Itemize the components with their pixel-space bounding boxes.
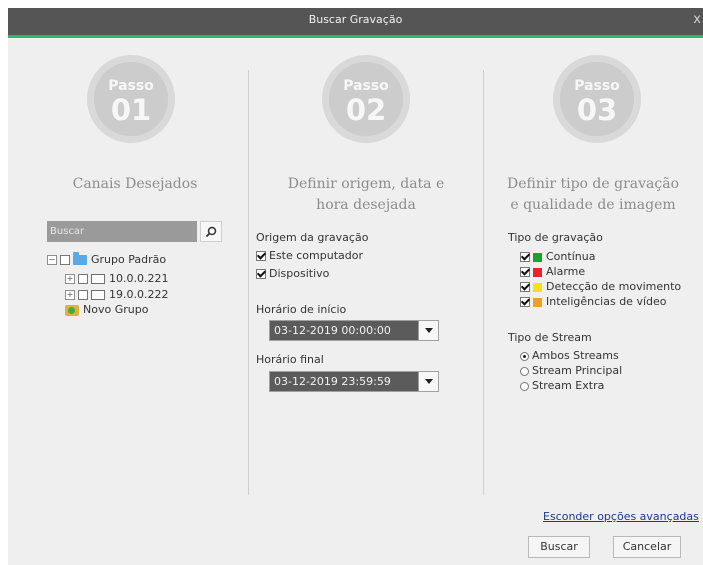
origin-option-row[interactable]: Dispositivo	[256, 267, 329, 280]
channel-search-input[interactable]: Buscar	[47, 221, 197, 242]
end-time-label: Horário final	[256, 353, 324, 366]
tree-group-row[interactable]: − Grupo Padrão	[47, 252, 167, 267]
record-type-label: Tipo de gravação	[508, 231, 603, 244]
heading-line: Definir tipo de gravação	[507, 176, 679, 192]
tree-device-row[interactable]: +19.0.0.222	[65, 288, 168, 302]
step-03-badge: Passo 03	[553, 55, 641, 143]
device-icon	[91, 290, 105, 300]
origin-option-row[interactable]: Este computador	[256, 249, 363, 262]
record-type-checkbox[interactable]	[520, 297, 530, 307]
device-icon	[91, 274, 105, 284]
record-type-row[interactable]: Contínua	[520, 250, 595, 263]
expand-icon[interactable]: +	[65, 290, 75, 300]
hide-advanced-options-link[interactable]: Esconder opções avançadas	[543, 510, 699, 523]
stream-radio[interactable]	[520, 366, 529, 376]
end-time-picker[interactable]: 03-12-2019 23:59:59	[269, 371, 439, 392]
search-button[interactable]: Buscar	[528, 536, 590, 558]
folder-icon	[73, 252, 87, 265]
step-01-badge: Passo 01	[87, 55, 175, 143]
device-checkbox[interactable]	[78, 274, 88, 284]
tree-item-label: Novo Grupo	[83, 303, 149, 316]
record-type-name: Alarme	[546, 265, 586, 278]
step-word: Passo	[108, 78, 154, 94]
heading-line: Definir origem, data e	[287, 176, 445, 192]
record-type-checkbox[interactable]	[520, 282, 530, 292]
record-type-name: Detecção de movimento	[546, 280, 682, 293]
expand-icon[interactable]: +	[65, 274, 75, 284]
heading-line: Canais Desejados	[72, 176, 198, 192]
chevron-down-icon[interactable]	[418, 321, 438, 340]
step-01-heading: Canais Desejados	[30, 174, 240, 195]
tree-device-row[interactable]: +10.0.0.221	[65, 272, 168, 286]
motion-color-swatch	[533, 282, 542, 292]
stream-option-row[interactable]: Ambos Streams	[520, 349, 619, 362]
tree-add-group-row[interactable]: Novo Grupo	[65, 303, 148, 317]
stream-radio[interactable]	[520, 381, 529, 391]
group-checkbox[interactable]	[60, 255, 70, 265]
continuous-color-swatch	[533, 252, 542, 262]
step-word: Passo	[343, 78, 389, 94]
step-02-heading: Definir origem, data e hora desejada	[256, 174, 476, 216]
option-label: Dispositivo	[269, 267, 330, 280]
collapse-icon[interactable]: −	[47, 255, 57, 265]
tree-item-label: 19.0.0.222	[109, 288, 169, 301]
record-type-row[interactable]: Inteligências de vídeo	[520, 295, 667, 308]
cancel-button[interactable]: Cancelar	[613, 536, 681, 558]
step-number: 01	[110, 93, 152, 127]
tree-item-label: Grupo Padrão	[91, 253, 167, 266]
video-intelligence-color-swatch	[533, 297, 542, 307]
stream-option-label: Stream Principal	[532, 364, 623, 377]
record-type-row[interactable]: Alarme	[520, 265, 585, 278]
step-03-heading: Definir tipo de gravação e qualidade de …	[488, 174, 698, 216]
step-number: 02	[345, 93, 387, 127]
add-group-icon	[65, 304, 79, 316]
record-type-checkbox[interactable]	[520, 252, 530, 262]
step-word: Passo	[574, 78, 620, 94]
step-02-badge: Passo 02	[322, 55, 410, 143]
close-icon[interactable]: x	[693, 12, 701, 27]
stream-option-row[interactable]: Stream Principal	[520, 364, 622, 377]
this-computer-checkbox[interactable]	[256, 251, 266, 261]
start-time-label: Horário de início	[256, 303, 347, 316]
origin-label: Origem da gravação	[256, 231, 369, 244]
device-checkbox[interactable]	[256, 269, 266, 279]
heading-line: e qualidade de imagem	[510, 197, 676, 213]
end-time-value: 03-12-2019 23:59:59	[274, 375, 391, 388]
search-icon[interactable]	[200, 221, 222, 242]
title-bar: Buscar Gravação x	[8, 8, 703, 38]
chevron-down-icon[interactable]	[418, 372, 438, 391]
stream-option-label: Stream Extra	[532, 379, 605, 392]
window-title: Buscar Gravação	[308, 13, 403, 26]
record-type-name: Inteligências de vídeo	[546, 295, 667, 308]
record-type-row[interactable]: Detecção de movimento	[520, 280, 681, 293]
alarm-color-swatch	[533, 267, 542, 277]
record-type-checkbox[interactable]	[520, 267, 530, 277]
record-type-name: Contínua	[546, 250, 596, 263]
column-divider	[483, 70, 484, 495]
device-checkbox[interactable]	[78, 290, 88, 300]
option-label: Este computador	[269, 249, 363, 262]
tree-item-label: 10.0.0.221	[109, 272, 169, 285]
stream-radio[interactable]	[520, 351, 529, 361]
stream-option-row[interactable]: Stream Extra	[520, 379, 604, 392]
start-time-picker[interactable]: 03-12-2019 00:00:00	[269, 320, 439, 341]
column-divider	[248, 70, 249, 495]
search-recording-dialog: Buscar Gravação x Passo 01 Canais Deseja…	[8, 8, 703, 565]
start-time-value: 03-12-2019 00:00:00	[274, 324, 391, 337]
stream-type-label: Tipo de Stream	[508, 331, 592, 344]
step-number: 03	[576, 93, 618, 127]
stream-option-label: Ambos Streams	[532, 349, 619, 362]
heading-line: hora desejada	[316, 197, 416, 213]
